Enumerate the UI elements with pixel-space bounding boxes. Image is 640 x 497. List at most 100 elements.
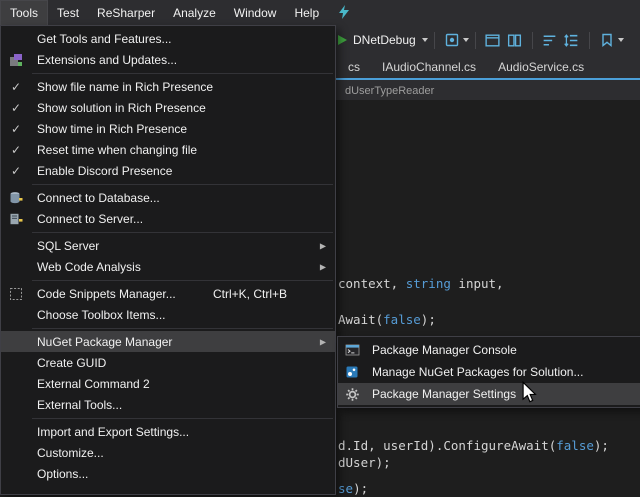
tools-menu: Get Tools and Features... Extensions and … [0, 25, 336, 495]
menu-item-external-tools[interactable]: External Tools... [1, 394, 335, 415]
checkmark-icon: ✓ [1, 101, 31, 115]
chevron-down-icon[interactable] [463, 38, 469, 42]
code-segment: dUser); [338, 455, 391, 470]
menu-item-shortcut: Ctrl+K, Ctrl+B [213, 287, 329, 301]
columns-icon[interactable] [505, 29, 525, 51]
submenu-arrow-icon: ▶ [320, 262, 326, 271]
checkmark-icon: ✓ [1, 143, 31, 157]
code-segment: string [406, 276, 451, 291]
chevron-down-icon[interactable] [422, 38, 428, 42]
code-segment: input, [451, 276, 504, 291]
menu-item-label: Import and Export Settings... [31, 425, 189, 439]
menu-item-label: Reset time when changing file [31, 143, 197, 157]
menu-item-label: External Command 2 [31, 377, 150, 391]
gear-icon [338, 387, 366, 402]
submenu-item-package-manager-console[interactable]: Package Manager Console [338, 339, 640, 361]
bookmark-icon[interactable] [597, 29, 617, 51]
menu-item-label: External Tools... [31, 398, 122, 412]
submenu-item-manage-nuget-packages-for-solution[interactable]: Manage NuGet Packages for Solution... [338, 361, 640, 383]
code-segment: d.Id, userId).ConfigureAwait( [338, 438, 556, 453]
menu-item-label: Code Snippets Manager... [31, 287, 176, 301]
menu-separator [32, 73, 333, 74]
line-spacing-icon[interactable] [562, 29, 582, 51]
menu-item-web-code-analysis[interactable]: Web Code Analysis ▶ [1, 256, 335, 277]
nuget-package-manager-submenu: Package Manager Console Manage NuGet Pack… [337, 336, 640, 408]
menubar-item-window[interactable]: Window [225, 0, 286, 25]
menu-item-connect-to-database[interactable]: Connect to Database... [1, 187, 335, 208]
menu-item-label: Web Code Analysis [31, 260, 141, 274]
checkmark-icon: ✓ [1, 122, 31, 136]
menu-item-label: Show file name in Rich Presence [31, 80, 213, 94]
console-icon [338, 343, 366, 357]
menu-item-choose-toolbox-items[interactable]: Choose Toolbox Items... [1, 304, 335, 325]
toolbar-separator [589, 32, 590, 49]
window-icon[interactable] [483, 29, 503, 51]
menu-item-reset-time-when-changing-file[interactable]: ✓Reset time when changing file [1, 139, 335, 160]
menu-item-show-time-in-rich-presence[interactable]: ✓Show time in Rich Presence [1, 118, 335, 139]
toolbar-overflow-icon[interactable] [618, 38, 624, 42]
menu-item-label: Show solution in Rich Presence [31, 101, 206, 115]
menu-item-create-guid[interactable]: Create GUID [1, 352, 335, 373]
menubar-item-analyze[interactable]: Analyze [164, 0, 225, 25]
menu-item-label: NuGet Package Manager [31, 335, 172, 349]
menubar-item-help[interactable]: Help [285, 0, 328, 25]
submenu-arrow-icon: ▶ [320, 241, 326, 250]
run-config-label[interactable]: DNetDebug [353, 33, 416, 47]
menu-bar: ToolsTestReSharperAnalyzeWindowHelp [0, 0, 640, 25]
menu-item-label: SQL Server [31, 239, 99, 253]
menubar-item-resharper[interactable]: ReSharper [88, 0, 164, 25]
checkmark-icon: ✓ [1, 164, 31, 178]
menu-item-show-solution-in-rich-presence[interactable]: ✓Show solution in Rich Presence [1, 97, 335, 118]
run-icon[interactable] [338, 35, 347, 45]
attach-debugger-icon[interactable] [442, 29, 462, 51]
database-icon [1, 191, 31, 205]
checkmark-icon: ✓ [1, 80, 31, 94]
menu-item-get-tools-and-features[interactable]: Get Tools and Features... [1, 28, 335, 49]
code-line: dUser); [338, 455, 391, 470]
sort-lines-icon[interactable] [540, 29, 560, 51]
code-segment: ); [594, 438, 609, 453]
code-segment: false [383, 312, 421, 327]
menu-item-customize[interactable]: Customize... [1, 442, 335, 463]
menu-item-sql-server[interactable]: SQL Server ▶ [1, 235, 335, 256]
submenu-arrow-icon: ▶ [320, 337, 326, 346]
menu-item-label: Manage NuGet Packages for Solution... [366, 365, 583, 379]
tab-iaudiochannel-cs[interactable]: IAudioChannel.cs [371, 55, 487, 78]
menu-item-show-file-name-in-rich-presence[interactable]: ✓Show file name in Rich Presence [1, 76, 335, 97]
navigation-bar-text: dUserTypeReader [345, 85, 434, 97]
menu-item-extensions-and-updates[interactable]: Extensions and Updates... [1, 49, 335, 70]
menu-item-nuget-package-manager[interactable]: NuGet Package Manager ▶ [1, 331, 335, 352]
tab-cs[interactable]: cs [337, 55, 371, 78]
menu-item-label: Extensions and Updates... [31, 53, 177, 67]
code-segment: ); [421, 312, 436, 327]
toolbar-separator [532, 32, 533, 49]
menu-item-label: Enable Discord Presence [31, 164, 172, 178]
menu-item-options[interactable]: Options... [1, 463, 335, 484]
code-line: Await(false); [338, 312, 436, 327]
menu-item-label: Connect to Database... [31, 191, 160, 205]
menu-item-code-snippets-manager[interactable]: Code Snippets Manager... Ctrl+K, Ctrl+B [1, 283, 335, 304]
toolbar-separator [434, 32, 435, 49]
code-segment: se [338, 481, 353, 496]
menu-item-label: Package Manager Console [366, 343, 517, 357]
menubar-item-test[interactable]: Test [48, 0, 88, 25]
code-segment: false [556, 438, 594, 453]
menubar-item-tools[interactable]: Tools [0, 0, 48, 25]
menu-item-label: Create GUID [31, 356, 106, 370]
menu-item-enable-discord-presence[interactable]: ✓Enable Discord Presence [1, 160, 335, 181]
menu-item-external-command-2[interactable]: External Command 2 [1, 373, 335, 394]
code-line: se); [338, 481, 368, 496]
code-line: context, string input, [338, 276, 504, 291]
menu-item-connect-to-server[interactable]: Connect to Server... [1, 208, 335, 229]
menu-separator [32, 280, 333, 281]
tab-audioservice-cs[interactable]: AudioService.cs [487, 55, 595, 78]
code-segment: context, [338, 276, 406, 291]
menu-item-label: Options... [31, 467, 88, 481]
extensions-icon [1, 53, 31, 67]
toolbar-separator [475, 32, 476, 49]
menu-item-label: Get Tools and Features... [31, 32, 172, 46]
feedback-icon[interactable] [336, 4, 352, 25]
submenu-item-package-manager-settings[interactable]: Package Manager Settings [338, 383, 640, 405]
menu-item-import-and-export-settings[interactable]: Import and Export Settings... [1, 421, 335, 442]
code-line: d.Id, userId).ConfigureAwait(false); [338, 438, 609, 453]
